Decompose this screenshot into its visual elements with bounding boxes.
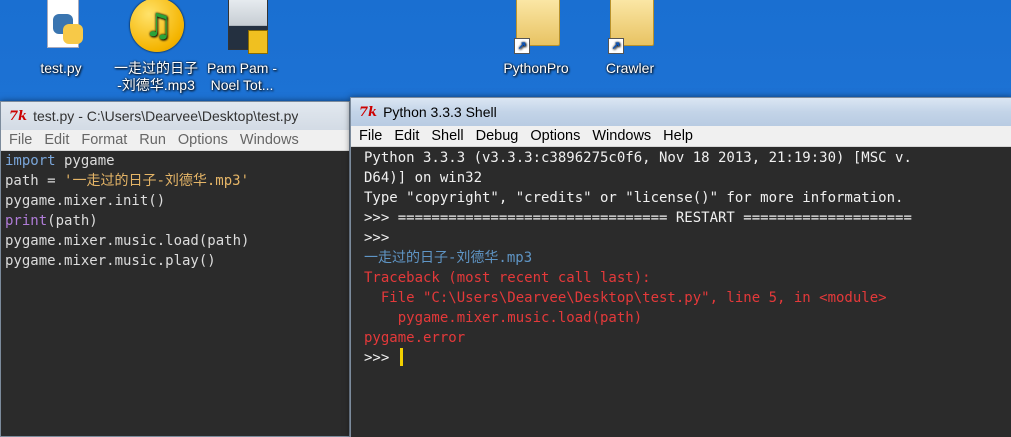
tk-feather-icon: 7k <box>9 108 28 124</box>
code-editor[interactable]: import pygame path = '一走过的日子-刘德华.mp3' pyga… <box>1 151 349 436</box>
folder-shortcut-icon: ↗ <box>508 0 564 56</box>
editor-titlebar[interactable]: 7k test.py - C:\Users\Dearvee\Desktop\te… <box>1 102 349 130</box>
menu-shell[interactable]: Shell <box>425 128 469 144</box>
desktop-icon-mp3[interactable]: ♫ 一走过的日子 -刘德华.mp3 <box>113 0 199 94</box>
shell-title: Python 3.3.3 Shell <box>383 104 497 120</box>
desktop-icon-pythonpro[interactable]: ↗ PythonPro <box>493 0 579 77</box>
traceback-line: File "C:\Users\Dearvee\Desktop\test.py",… <box>364 290 887 306</box>
menu-edit[interactable]: Edit <box>38 132 75 148</box>
error-line: pygame.error <box>364 330 466 346</box>
prompt-token: >>> <box>364 350 398 366</box>
prompt-line: >>> <box>364 230 390 246</box>
banner-line: D64)] on win32 <box>364 170 483 186</box>
keyword-token: import <box>5 153 56 169</box>
shell-menubar: File Edit Shell Debug Options Windows He… <box>351 126 1011 147</box>
desktop-icon-label: Crawler <box>605 60 655 76</box>
album-art-icon <box>214 0 270 56</box>
code-line: print(path) <box>5 211 345 231</box>
menu-format[interactable]: Format <box>75 132 133 148</box>
banner-line: Type "copyright", "credits" or "license(… <box>364 190 904 206</box>
code-token: (path) <box>47 213 98 229</box>
text-cursor <box>399 348 403 366</box>
editor-title: test.py - C:\Users\Dearvee\Desktop\test.… <box>33 108 299 124</box>
python-file-icon <box>33 0 89 56</box>
menu-file[interactable]: File <box>353 128 388 144</box>
menu-file[interactable]: File <box>3 132 38 148</box>
desktop-icon-label: 一走过的日子 -刘德华.mp3 <box>114 60 198 93</box>
desktop-icon-label: Pam Pam - Noel Tot... <box>206 60 277 93</box>
code-line: pygame.mixer.music.play() <box>5 253 216 269</box>
shell-titlebar[interactable]: 7k Python 3.3.3 Shell <box>351 98 1011 126</box>
menu-debug[interactable]: Debug <box>470 128 525 144</box>
menu-options[interactable]: Options <box>172 132 234 148</box>
code-line: path = '一走过的日子-刘德华.mp3' <box>5 171 345 191</box>
desktop-icon-label: PythonPro <box>503 60 569 76</box>
menu-help[interactable]: Help <box>657 128 699 144</box>
shell-console[interactable]: Python 3.3.3 (v3.3.3:c3896275c0f6, Nov 1… <box>351 147 1011 437</box>
shell-window[interactable]: 7k Python 3.3.3 Shell File Edit Shell De… <box>350 97 1011 437</box>
menu-windows[interactable]: Windows <box>234 132 305 148</box>
traceback-line: Traceback (most recent call last): <box>364 270 651 286</box>
menu-edit[interactable]: Edit <box>388 128 425 144</box>
input-prompt-line[interactable]: >>> <box>364 348 1008 368</box>
code-line: pygame.mixer.init() <box>5 193 166 209</box>
menu-run[interactable]: Run <box>133 132 172 148</box>
desktop-icon-crawler[interactable]: ↗ Crawler <box>587 0 673 77</box>
restart-line: >>> ================================ RES… <box>364 210 912 226</box>
builtin-token: print <box>5 213 48 229</box>
desktop-icon-test-py[interactable]: test.py <box>18 0 104 77</box>
tk-feather-icon: 7k <box>359 104 378 120</box>
code-line: pygame.mixer.music.load(path) <box>5 233 250 249</box>
code-line: import pygame <box>5 151 345 171</box>
string-token: '一走过的日子-刘德华.mp3' <box>64 173 250 189</box>
menu-windows[interactable]: Windows <box>586 128 657 144</box>
menu-options[interactable]: Options <box>524 128 586 144</box>
code-token: pygame <box>55 153 115 169</box>
music-note-icon: ♫ <box>128 0 184 56</box>
folder-shortcut-icon: ↗ <box>602 0 658 56</box>
output-line: 一走过的日子-刘德华.mp3 <box>364 250 533 266</box>
editor-menubar: File Edit Format Run Options Windows <box>1 130 349 151</box>
banner-line: Python 3.3.3 (v3.3.3:c3896275c0f6, Nov 1… <box>364 150 912 166</box>
desktop-icon-pam-pam[interactable]: Pam Pam - Noel Tot... <box>199 0 285 94</box>
traceback-line: pygame.mixer.music.load(path) <box>364 310 643 326</box>
code-token: path = <box>5 173 65 189</box>
desktop-icon-label: test.py <box>40 60 82 76</box>
editor-window[interactable]: 7k test.py - C:\Users\Dearvee\Desktop\te… <box>0 101 350 437</box>
